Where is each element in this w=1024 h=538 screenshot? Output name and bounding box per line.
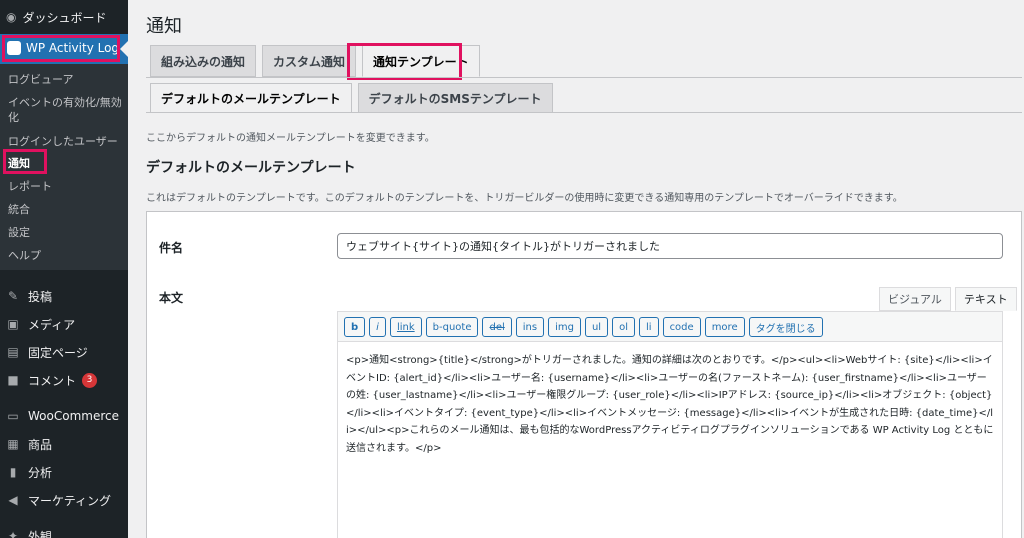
editor-mode-tabs: ビジュアル テキスト (879, 287, 1017, 311)
appearance-icon: ✦ (7, 529, 19, 538)
notification-tabs: 組み込みの通知 カスタム通知 通知テンプレート (150, 45, 480, 77)
sidebar-item-label: ダッシュボード (22, 10, 107, 25)
sidebar-item-label: 外観 (28, 529, 53, 538)
sidebar-item-label: マーケティング (28, 493, 112, 508)
product-icon: ▦ (7, 437, 19, 451)
tab-default-sms-template[interactable]: デフォルトのSMSテンプレート (357, 83, 553, 113)
sidebar-item-pages[interactable]: ▤ 固定ページ (0, 338, 128, 366)
tab-text[interactable]: テキスト (954, 287, 1017, 311)
sidebar-item-dashboard[interactable]: ◉ ダッシュボード (0, 0, 128, 34)
tab-default-email-template[interactable]: デフォルトのメールテンプレート (150, 83, 352, 113)
body-textarea[interactable]: <p>通知<strong>{title}</strong>がトリガーされました。… (338, 342, 1002, 467)
qt-ins-button[interactable]: ins (515, 317, 545, 337)
sidebar-item-label: 固定ページ (28, 345, 88, 360)
submenu-reports[interactable]: レポート (8, 179, 52, 194)
dashboard-icon: ◉ (6, 10, 17, 24)
qt-li-button[interactable]: li (639, 317, 659, 337)
quicktags-toolbar: b i link b-quote del ins img ul ol li co… (338, 312, 1002, 342)
subject-label: 件名 (159, 241, 184, 255)
intro-text: ここからデフォルトの通知メールテンプレートを変更できます。 (146, 133, 435, 144)
main-content: 通知 組み込みの通知 カスタム通知 通知テンプレート デフォルトのメールテンプレ… (128, 0, 1024, 538)
sidebar-item-label: 分析 (28, 465, 53, 480)
comment-icon: ■ (7, 373, 19, 387)
qt-ol-button[interactable]: ol (612, 317, 635, 337)
current-menu-arrow (120, 41, 128, 57)
template-subtabs: デフォルトのメールテンプレート デフォルトのSMSテンプレート (150, 83, 553, 113)
sidebar-item-label: メディア (28, 317, 76, 332)
section-description: これはデフォルトのテンプレートです。このデフォルトのテンプレートを、トリガービル… (146, 193, 903, 204)
sidebar-item-appearance[interactable]: ✦ 外観 (0, 522, 128, 538)
admin-sidebar: ◉ ダッシュボード WP Activity Log ログビューア イベントの有効… (0, 0, 128, 538)
tab-notification-templates[interactable]: 通知テンプレート (362, 45, 480, 77)
comment-count-badge: 3 (82, 372, 98, 388)
submenu-logged-in-users[interactable]: ログインしたユーザー (8, 134, 118, 149)
sidebar-item-products[interactable]: ▦ 商品 (0, 430, 128, 458)
qt-del-button[interactable]: del (482, 317, 512, 337)
page-icon: ▤ (7, 345, 19, 359)
qt-code-button[interactable]: code (662, 317, 701, 337)
section-title: デフォルトのメールテンプレート (146, 160, 356, 176)
page-title: 通知 (146, 16, 182, 37)
submenu-integrations[interactable]: 統合 (8, 202, 30, 217)
sidebar-item-media[interactable]: ▣ メディア (0, 310, 128, 338)
tabs-divider (146, 112, 1022, 113)
body-label: 本文 (159, 291, 184, 305)
submenu-settings[interactable]: 設定 (8, 225, 30, 240)
sidebar-item-woocommerce[interactable]: ▭ WooCommerce (0, 402, 128, 430)
sidebar-item-label: コメント (28, 373, 77, 388)
tab-builtin-notifications[interactable]: 組み込みの通知 (150, 45, 257, 77)
megaphone-icon: ◀ (8, 493, 18, 507)
sidebar-item-comments[interactable]: ■ コメント 3 (0, 366, 128, 394)
highlight-frame (2, 35, 120, 62)
template-form: 件名 本文 ビジュアル テキスト b i link b-quote del in… (146, 211, 1022, 538)
submenu-help[interactable]: ヘルプ (8, 248, 41, 263)
sidebar-item-label: 投稿 (28, 289, 53, 304)
qt-link-button[interactable]: link (389, 317, 422, 337)
highlight-frame (3, 149, 47, 174)
qt-img-button[interactable]: img (548, 317, 581, 337)
sidebar-item-marketing[interactable]: ◀ マーケティング (0, 486, 128, 514)
body-editor: b i link b-quote del ins img ul ol li co… (337, 311, 1003, 538)
tabs-divider (146, 77, 1022, 78)
qt-italic-button[interactable]: i (369, 317, 386, 337)
tab-visual[interactable]: ビジュアル (879, 287, 951, 311)
qt-bold-button[interactable]: b (344, 317, 366, 337)
submenu-log-viewer[interactable]: ログビューア (8, 72, 74, 87)
qt-ul-button[interactable]: ul (584, 317, 609, 337)
analytics-icon: ▮ (9, 465, 17, 479)
qt-blockquote-button[interactable]: b-quote (425, 317, 479, 337)
subject-input[interactable] (337, 233, 1003, 259)
woo-icon: ▭ (7, 409, 19, 423)
sidebar-item-posts[interactable]: ✎ 投稿 (0, 282, 128, 310)
qt-close-tags-button[interactable]: タグを閉じる (748, 317, 823, 337)
sidebar-item-label: WooCommerce (28, 409, 119, 423)
sidebar-item-analytics[interactable]: ▮ 分析 (0, 458, 128, 486)
pin-icon: ✎ (7, 289, 19, 303)
submenu-enable-disable-events[interactable]: イベントの有効化/無効 化 (8, 95, 122, 125)
media-icon: ▣ (7, 317, 19, 331)
tab-custom-notifications[interactable]: カスタム通知 (262, 45, 357, 77)
qt-more-button[interactable]: more (704, 317, 745, 337)
sidebar-item-label: 商品 (28, 437, 53, 452)
